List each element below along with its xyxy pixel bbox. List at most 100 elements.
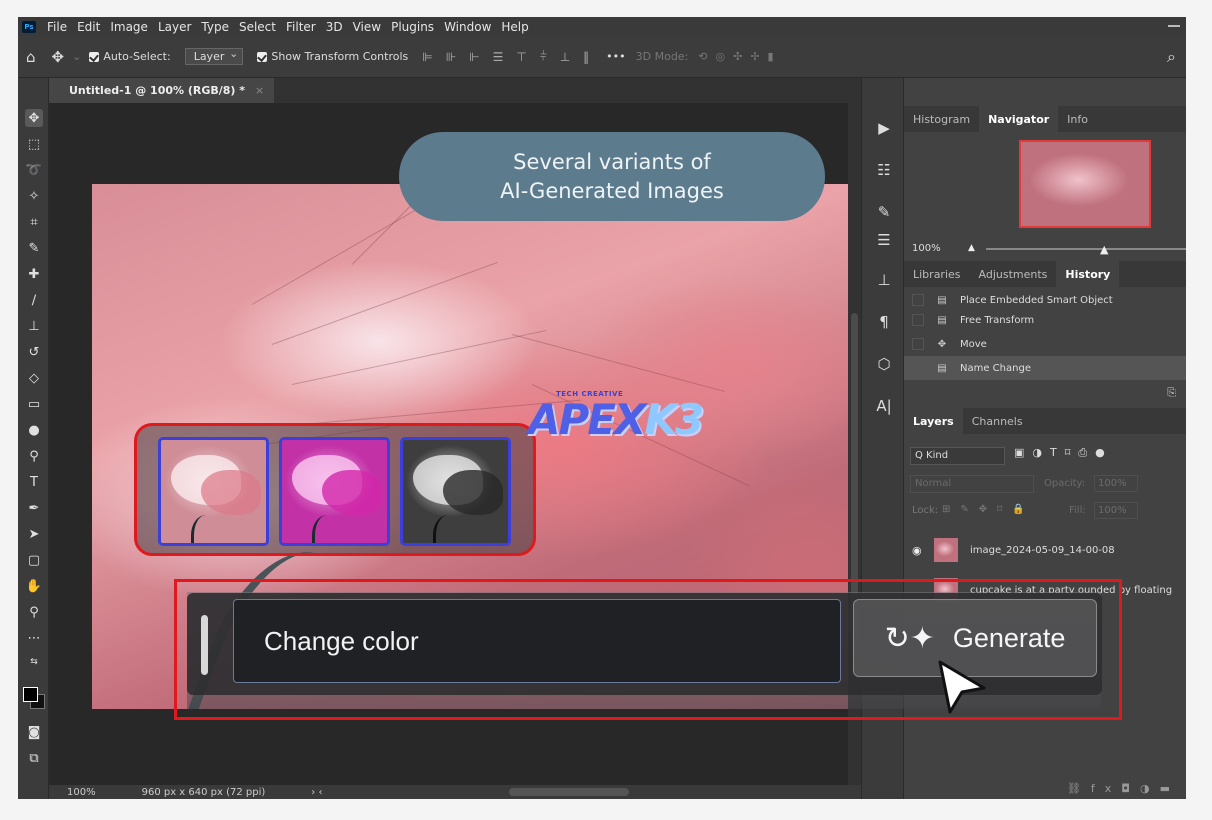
layer-filter-dropdown[interactable]: Q Kind: [910, 447, 1005, 465]
screen-mode-icon[interactable]: ⧉: [25, 749, 43, 767]
zoom-level[interactable]: 100%: [67, 787, 96, 798]
brush-settings-icon[interactable]: ✎: [874, 202, 894, 222]
visibility-eye-icon[interactable]: ◉: [912, 544, 934, 557]
swap-colors-icon[interactable]: ⇆: [25, 653, 43, 671]
tab-history[interactable]: History: [1056, 261, 1120, 287]
adjustments-icon[interactable]: ☷: [874, 160, 894, 180]
move-tool-icon[interactable]: ✥: [25, 109, 43, 127]
tab-adjustments[interactable]: Adjustments: [970, 261, 1057, 287]
distribute-vertical-icon[interactable]: ‖: [583, 50, 590, 64]
eraser-tool-icon[interactable]: ◇: [25, 369, 43, 387]
tab-libraries[interactable]: Libraries: [904, 261, 970, 287]
more-tools-icon[interactable]: ⋯: [25, 629, 43, 647]
menu-filter[interactable]: Filter: [281, 20, 321, 34]
variant-thumbnail-1[interactable]: [158, 437, 269, 546]
eyedropper-icon[interactable]: ✎: [25, 239, 43, 257]
horizontal-scrollbar[interactable]: [509, 788, 629, 796]
close-icon[interactable]: ×: [255, 84, 264, 97]
doc-icon: ▤: [937, 362, 947, 374]
align-top-icon[interactable]: ⊤: [516, 50, 527, 64]
play-icon[interactable]: ▶: [874, 118, 894, 138]
document-tab[interactable]: Untitled-1 @ 100% (RGB/8) * ×: [49, 78, 275, 103]
layer-filter-icons[interactable]: ▣◑T⌑⎙●: [1014, 446, 1113, 460]
prompt-input[interactable]: Change color: [233, 599, 841, 683]
chevron-down-icon[interactable]: ⌄: [72, 50, 81, 63]
layer-row[interactable]: ◉ image_2024-05-09_14-00-08: [904, 532, 1186, 568]
zoom-out-icon[interactable]: ▲: [968, 243, 975, 253]
drag-handle[interactable]: [201, 615, 208, 675]
history-item[interactable]: ▤ Free Transform: [904, 308, 1186, 332]
align-middle-icon[interactable]: ⫩: [540, 49, 548, 64]
paragraph-icon[interactable]: ¶: [874, 312, 894, 332]
history-brush-icon[interactable]: ↺: [25, 343, 43, 361]
crop-tool-icon[interactable]: ⌗: [25, 213, 43, 231]
blend-mode-dropdown[interactable]: Normal: [910, 475, 1034, 493]
show-transform-checkbox[interactable]: Show Transform Controls: [257, 50, 408, 63]
more-options-button[interactable]: •••: [606, 50, 625, 63]
clone-stamp-icon[interactable]: ⊥: [25, 317, 43, 335]
distribute-icon[interactable]: ☰: [493, 50, 505, 64]
history-item[interactable]: ✥ Move: [904, 332, 1186, 356]
align-center-icon[interactable]: ⊪: [446, 50, 457, 64]
navigator-preview[interactable]: [1019, 140, 1151, 228]
hand-tool-icon[interactable]: ✋: [25, 577, 43, 595]
zoom-slider[interactable]: [986, 248, 1186, 250]
character-icon[interactable]: A|: [874, 396, 894, 416]
blur-tool-icon[interactable]: ●: [25, 421, 43, 439]
move-tool-icon[interactable]: ✥: [52, 48, 65, 66]
layer-panel-footer-icons[interactable]: ⛓fx◘◑▬: [1067, 782, 1180, 795]
search-icon[interactable]: ⌕: [1167, 47, 1176, 67]
quick-mask-icon[interactable]: ◙: [25, 723, 43, 741]
magic-wand-icon[interactable]: ✧: [25, 187, 43, 205]
align-left-icon[interactable]: ⊫: [422, 50, 433, 64]
tab-navigator[interactable]: Navigator: [979, 106, 1059, 132]
lock-icons[interactable]: ⊞✎✥⌑🔒: [942, 504, 1035, 515]
tab-layers[interactable]: Layers: [904, 408, 963, 434]
fill-input[interactable]: 100%: [1094, 502, 1138, 519]
align-right-icon[interactable]: ⊩: [469, 50, 480, 64]
tab-channels[interactable]: Channels: [963, 408, 1032, 434]
menu-file[interactable]: File: [42, 20, 72, 34]
menu-plugins[interactable]: Plugins: [386, 20, 439, 34]
dodge-tool-icon[interactable]: ⚲: [25, 447, 43, 465]
zoom-tool-icon[interactable]: ⚲: [25, 603, 43, 621]
lasso-tool-icon[interactable]: ➰: [25, 161, 43, 179]
pen-tool-icon[interactable]: ✒: [25, 499, 43, 517]
brush-tool-icon[interactable]: ∕: [25, 291, 43, 309]
menu-view[interactable]: View: [348, 20, 386, 34]
clone-source-icon[interactable]: ⊥: [874, 270, 894, 290]
opacity-input[interactable]: 100%: [1094, 475, 1138, 492]
tab-info[interactable]: Info: [1058, 106, 1097, 132]
align-bottom-icon[interactable]: ⊥: [560, 50, 571, 64]
auto-select-checkbox[interactable]: Auto-Select:: [89, 50, 171, 63]
new-snapshot-icon[interactable]: ⎘: [1167, 386, 1176, 400]
rectangle-tool-icon[interactable]: ▢: [25, 551, 43, 569]
menu-type[interactable]: Type: [196, 20, 234, 34]
menu-window[interactable]: Window: [439, 20, 496, 34]
menu-3d[interactable]: 3D: [321, 20, 348, 34]
auto-select-dropdown[interactable]: Layer: [184, 47, 244, 65]
tab-histogram[interactable]: Histogram: [904, 106, 979, 132]
3d-cube-icon[interactable]: ⬡: [874, 354, 894, 374]
menu-layer[interactable]: Layer: [153, 20, 196, 34]
marquee-tool-icon[interactable]: ⬚: [25, 135, 43, 153]
foreground-color-swatch[interactable]: [23, 687, 38, 702]
menu-image[interactable]: Image: [105, 20, 153, 34]
properties-icon[interactable]: ☰: [874, 230, 894, 250]
minimize-icon[interactable]: [1168, 21, 1180, 31]
menu-edit[interactable]: Edit: [72, 20, 105, 34]
zoom-slider-handle[interactable]: ▲: [1100, 243, 1108, 256]
home-icon[interactable]: ⌂: [26, 48, 36, 66]
status-arrows[interactable]: › ‹: [311, 787, 322, 798]
healing-brush-icon[interactable]: ✚: [25, 265, 43, 283]
path-select-icon[interactable]: ➤: [25, 525, 43, 543]
variant-thumbnail-3[interactable]: [400, 437, 511, 546]
gradient-tool-icon[interactable]: ▭: [25, 395, 43, 413]
variant-thumbnail-2[interactable]: [279, 437, 390, 546]
type-tool-icon[interactable]: T: [25, 473, 43, 491]
menu-select[interactable]: Select: [234, 20, 281, 34]
navigator-zoom-value[interactable]: 100%: [912, 243, 941, 254]
history-item-selected[interactable]: ▤ Name Change: [904, 356, 1186, 380]
document-tab-title: Untitled-1 @ 100% (RGB/8) *: [69, 84, 246, 97]
menu-help[interactable]: Help: [496, 20, 533, 34]
